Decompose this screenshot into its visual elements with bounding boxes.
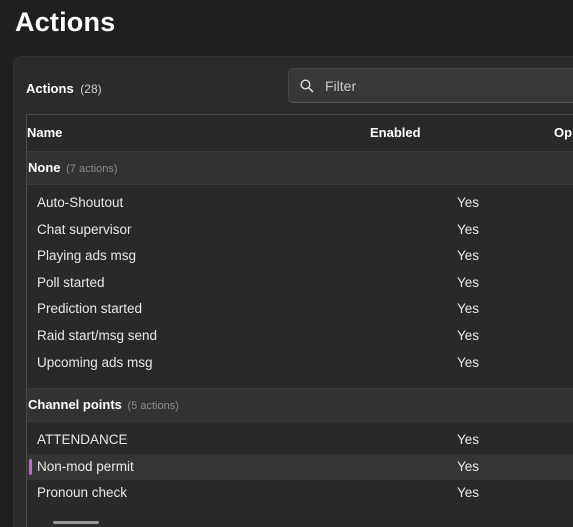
row-name: Chat supervisor bbox=[37, 222, 132, 237]
panel-count: (28) bbox=[80, 82, 102, 96]
table-row[interactable]: ATTENDANCE Yes bbox=[27, 427, 573, 453]
panel-header: Actions (28) bbox=[26, 81, 102, 96]
column-header-options[interactable]: Op bbox=[554, 125, 572, 140]
row-enabled: Yes bbox=[457, 222, 480, 237]
row-name: Playing ads msg bbox=[37, 248, 137, 263]
row-enabled: Yes bbox=[457, 485, 480, 500]
group-name: None (7 actions) bbox=[28, 160, 117, 175]
row-name: Raid start/msg send bbox=[37, 328, 158, 343]
table-row[interactable]: Playing ads msg Yes bbox=[27, 243, 573, 269]
filter-input[interactable] bbox=[325, 69, 573, 102]
row-name: ATTENDANCE bbox=[37, 432, 128, 447]
table-row[interactable]: Auto-Shoutout Yes bbox=[27, 190, 573, 216]
panel-title: Actions bbox=[26, 81, 74, 96]
table-row-partial[interactable] bbox=[27, 507, 573, 527]
row-enabled: Yes bbox=[457, 248, 480, 263]
search-icon bbox=[300, 79, 314, 93]
group-title: None bbox=[28, 160, 61, 175]
column-header-name[interactable]: Name bbox=[27, 125, 62, 140]
group-title: Channel points bbox=[28, 397, 122, 412]
table-row[interactable]: Chat supervisor Yes bbox=[27, 217, 573, 243]
row-enabled: Yes bbox=[457, 195, 480, 210]
table-row[interactable]: Upcoming ads msg Yes bbox=[27, 350, 573, 376]
row-enabled: Yes bbox=[457, 459, 480, 474]
group-header-none[interactable]: None (7 actions) bbox=[27, 151, 573, 185]
row-enabled: Yes bbox=[457, 328, 480, 343]
page-title: Actions bbox=[15, 7, 116, 37]
row-enabled: Yes bbox=[457, 301, 480, 316]
table-row[interactable]: Prediction started Yes bbox=[27, 296, 573, 322]
group-header-channel-points[interactable]: Channel points (5 actions) bbox=[27, 388, 573, 422]
row-name: Auto-Shoutout bbox=[37, 195, 124, 210]
row-name: Prediction started bbox=[37, 301, 143, 316]
filter-box[interactable] bbox=[288, 68, 573, 103]
row-enabled: Yes bbox=[457, 275, 480, 290]
table-row[interactable]: Pronoun check Yes bbox=[27, 480, 573, 506]
table-row[interactable]: Poll started Yes bbox=[27, 270, 573, 296]
group-count: (5 actions) bbox=[127, 400, 179, 412]
horizontal-scrollbar-thumb[interactable] bbox=[53, 521, 99, 524]
row-name: Upcoming ads msg bbox=[37, 355, 153, 370]
group-count: (7 actions) bbox=[66, 163, 118, 175]
row-name: Pronoun check bbox=[37, 485, 128, 500]
row-enabled: Yes bbox=[457, 432, 480, 447]
actions-page: Actions Actions (28) Name Enabled Op Non… bbox=[0, 0, 573, 527]
table-row[interactable]: Raid start/msg send Yes bbox=[27, 323, 573, 349]
selection-indicator bbox=[29, 459, 32, 475]
table-row-selected[interactable]: Non-mod permit Yes bbox=[27, 454, 573, 480]
row-name: Non-mod permit bbox=[37, 459, 134, 474]
actions-table: Name Enabled Op None (7 actions) Auto-Sh… bbox=[26, 114, 573, 527]
row-enabled: Yes bbox=[457, 355, 480, 370]
row-name: Poll started bbox=[37, 275, 105, 290]
group-name: Channel points (5 actions) bbox=[28, 397, 179, 412]
column-header-enabled[interactable]: Enabled bbox=[370, 125, 421, 140]
actions-panel: Actions (28) Name Enabled Op None (7 act… bbox=[13, 56, 573, 527]
